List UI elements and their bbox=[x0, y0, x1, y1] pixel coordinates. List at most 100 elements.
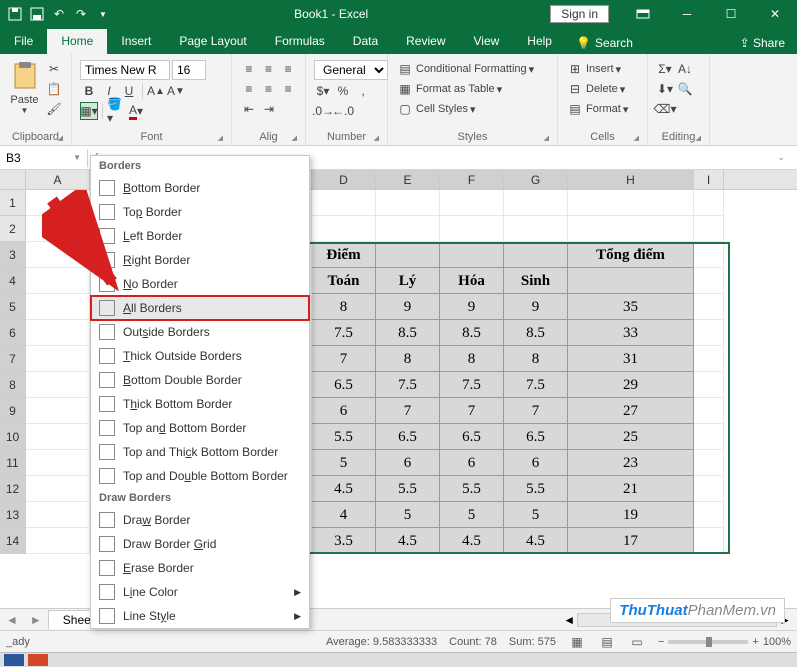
cell[interactable]: 17 bbox=[568, 528, 694, 554]
align-center-icon[interactable]: ≡ bbox=[260, 80, 278, 98]
cell[interactable]: 5 bbox=[376, 502, 440, 528]
powerpoint-icon[interactable] bbox=[28, 654, 48, 666]
tab-help[interactable]: Help bbox=[513, 29, 566, 54]
tab-insert[interactable]: Insert bbox=[107, 29, 165, 54]
close-icon[interactable]: ✕ bbox=[753, 0, 797, 28]
cell[interactable]: 7 bbox=[376, 398, 440, 424]
insert-cells-button[interactable]: ⊞Insert▾ bbox=[566, 60, 639, 78]
cut-icon[interactable]: ✂ bbox=[45, 60, 63, 78]
cell[interactable]: 23 bbox=[568, 450, 694, 476]
cell[interactable]: Điểm bbox=[312, 242, 376, 268]
cell[interactable]: 25 bbox=[568, 424, 694, 450]
copy-icon[interactable]: 📋 bbox=[45, 80, 63, 98]
border-menu-item[interactable]: Bottom Border bbox=[91, 176, 309, 200]
cell[interactable] bbox=[312, 216, 376, 242]
border-menu-item[interactable]: Bottom Double Border bbox=[91, 368, 309, 392]
cell[interactable] bbox=[504, 242, 568, 268]
row-header[interactable]: 1 bbox=[0, 190, 26, 216]
cell[interactable]: 33 bbox=[568, 320, 694, 346]
cell[interactable] bbox=[694, 268, 724, 294]
cell[interactable] bbox=[504, 190, 568, 216]
cell[interactable] bbox=[504, 216, 568, 242]
cell[interactable]: 7.5 bbox=[312, 320, 376, 346]
border-menu-item[interactable]: Right Border bbox=[91, 248, 309, 272]
fill-icon[interactable]: ⬇▾ bbox=[656, 80, 674, 98]
tab-review[interactable]: Review bbox=[392, 29, 459, 54]
cell[interactable] bbox=[312, 190, 376, 216]
cell[interactable] bbox=[26, 398, 90, 424]
scroll-left-icon[interactable]: ◄ bbox=[563, 613, 575, 627]
align-top-icon[interactable]: ≡ bbox=[240, 60, 258, 78]
save-icon[interactable] bbox=[28, 5, 46, 23]
tab-view[interactable]: View bbox=[460, 29, 514, 54]
border-menu-item[interactable]: Draw Border Grid bbox=[91, 532, 309, 556]
share-button[interactable]: ⇪ Share bbox=[728, 32, 797, 54]
cell[interactable] bbox=[26, 502, 90, 528]
qat-dropdown-icon[interactable]: ▼ bbox=[94, 5, 112, 23]
currency-icon[interactable]: $▾ bbox=[314, 82, 332, 100]
row-header[interactable]: 7 bbox=[0, 346, 26, 372]
indent-dec-icon[interactable]: ⇤ bbox=[240, 100, 258, 118]
border-menu-item[interactable]: Top and Bottom Border bbox=[91, 416, 309, 440]
cell[interactable] bbox=[694, 450, 724, 476]
cell[interactable]: 5 bbox=[440, 502, 504, 528]
align-left-icon[interactable]: ≡ bbox=[240, 80, 258, 98]
comma-icon[interactable]: , bbox=[354, 82, 372, 100]
cell[interactable]: 7 bbox=[504, 398, 568, 424]
cell[interactable] bbox=[26, 216, 90, 242]
conditional-formatting-button[interactable]: ▤Conditional Formatting▾ bbox=[396, 60, 549, 78]
cell[interactable] bbox=[26, 294, 90, 320]
tab-home[interactable]: Home bbox=[47, 29, 107, 54]
cell[interactable]: 21 bbox=[568, 476, 694, 502]
format-as-table-button[interactable]: ▦Format as Table▾ bbox=[396, 80, 549, 98]
cell[interactable] bbox=[26, 450, 90, 476]
cell[interactable] bbox=[568, 268, 694, 294]
cell[interactable]: 7.5 bbox=[376, 372, 440, 398]
cell[interactable] bbox=[26, 528, 90, 554]
row-header[interactable]: 14 bbox=[0, 528, 26, 554]
align-right-icon[interactable]: ≡ bbox=[279, 80, 297, 98]
cell[interactable] bbox=[440, 242, 504, 268]
cell[interactable]: 5 bbox=[504, 502, 568, 528]
cell[interactable]: 6.5 bbox=[376, 424, 440, 450]
cell[interactable] bbox=[694, 294, 724, 320]
cell[interactable]: 4.5 bbox=[440, 528, 504, 554]
row-header[interactable]: 5 bbox=[0, 294, 26, 320]
cell[interactable]: 27 bbox=[568, 398, 694, 424]
cell[interactable]: Sinh bbox=[504, 268, 568, 294]
cell[interactable]: 5.5 bbox=[376, 476, 440, 502]
cell[interactable]: 6 bbox=[376, 450, 440, 476]
cell[interactable] bbox=[694, 242, 724, 268]
row-header[interactable]: 8 bbox=[0, 372, 26, 398]
border-menu-item[interactable]: Draw Border bbox=[91, 508, 309, 532]
border-menu-item[interactable]: No Border bbox=[91, 272, 309, 296]
word-icon[interactable] bbox=[4, 654, 24, 666]
cell[interactable]: 7 bbox=[440, 398, 504, 424]
border-menu-item[interactable]: Top Border bbox=[91, 200, 309, 224]
cell[interactable]: 5.5 bbox=[440, 476, 504, 502]
row-header[interactable]: 3 bbox=[0, 242, 26, 268]
format-painter-icon[interactable]: 🖌 bbox=[45, 100, 63, 118]
cell[interactable]: 19 bbox=[568, 502, 694, 528]
bold-button[interactable]: B bbox=[80, 82, 98, 100]
cell[interactable]: 8 bbox=[312, 294, 376, 320]
cell[interactable]: 4.5 bbox=[312, 476, 376, 502]
sheet-nav-next[interactable]: ► bbox=[24, 613, 48, 627]
grow-font-icon[interactable]: A▲ bbox=[147, 82, 165, 100]
cell[interactable]: 9 bbox=[504, 294, 568, 320]
cell[interactable]: Hóa bbox=[440, 268, 504, 294]
view-layout-icon[interactable]: ▤ bbox=[598, 633, 616, 651]
col-header[interactable]: E bbox=[376, 170, 440, 189]
font-name-input[interactable] bbox=[80, 60, 170, 80]
cell[interactable]: 6 bbox=[312, 398, 376, 424]
cell[interactable] bbox=[26, 242, 90, 268]
cell[interactable] bbox=[26, 476, 90, 502]
border-menu-item[interactable]: Outside Borders bbox=[91, 320, 309, 344]
shrink-font-icon[interactable]: A▼ bbox=[167, 82, 185, 100]
cell[interactable] bbox=[694, 424, 724, 450]
delete-cells-button[interactable]: ⊟Delete▾ bbox=[566, 80, 639, 98]
tab-formulas[interactable]: Formulas bbox=[261, 29, 339, 54]
format-cells-button[interactable]: ▤Format▾ bbox=[566, 100, 639, 118]
align-mid-icon[interactable]: ≡ bbox=[260, 60, 278, 78]
border-menu-item[interactable]: Thick Bottom Border bbox=[91, 392, 309, 416]
